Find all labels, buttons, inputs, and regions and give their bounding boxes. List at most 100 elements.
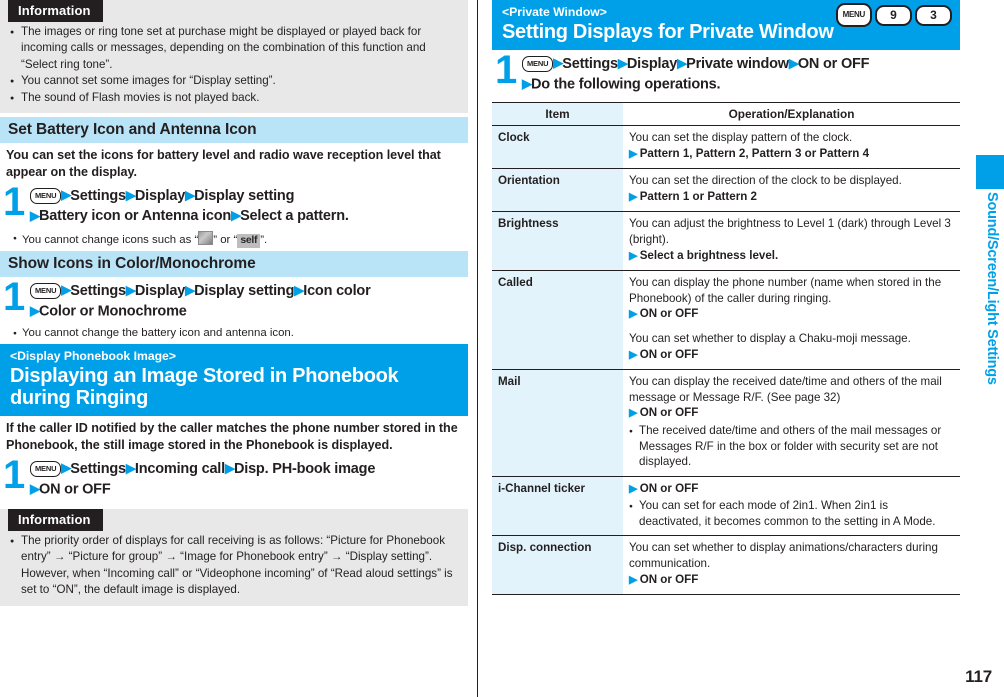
operation-text: You can set whether to display animation… [629,541,938,571]
arrow-icon: ▶ [629,407,638,420]
arrow-icon: ▶ [125,282,136,298]
operation-option: ▶ Pattern 1 or Pattern 2 [629,189,757,203]
chapter-header-private-window: MENU 9 3 <Private Window> Setting Displa… [492,0,960,50]
table-header-row: Item Operation/Explanation [492,102,960,126]
table-row: Orientation You can set the direction of … [492,168,960,213]
step-private-window: 1 MENU ▶Settings▶Display▶Private window▶O… [492,48,960,96]
table-cell-operation: You can set whether to display animation… [623,535,960,596]
arrow-icon: ▶ [294,282,304,298]
section-intro-phonebook: If the caller ID notified by the caller … [6,421,458,452]
table-row: Mail You can display the received date/ti… [492,369,960,477]
arrow-icon: ▶ [629,308,638,321]
table-row: Disp. connection You can set whether to d… [492,535,960,596]
table-body: Clock You can set the display pattern of … [492,125,960,596]
chapter-subtitle: <Display Phonebook Image> [10,349,176,364]
table-header: Item Operation/Explanation [492,102,960,126]
operation-option: ▶ Select a brightness level. [629,248,779,262]
step-line-2: ▶Color or Monochrome [30,302,187,320]
step-line-1: MENU ▶Settings▶Incoming call▶Disp. PH-boo… [30,458,460,479]
section-heading-battery-icon: Set Battery Icon and Antenna Icon [0,117,468,144]
right-column: MENU 9 3 <Private Window> Setting Displa… [492,0,960,697]
table-row: Brightness You can adjust the brightness … [492,211,960,272]
table-cell-item: Brightness [492,211,623,272]
column-header-item: Item [492,102,623,126]
arrow-icon: ▶ [629,348,638,361]
information-box-bottom: Information The priority order of displa… [0,509,468,606]
arrow-icon: ▶ [677,55,687,70]
step-number: 1 [3,453,26,498]
operation-option: ▶ ON or OFF [629,406,699,420]
operation-text: You can display the received date/time a… [629,375,942,404]
chapter-title: Displaying an Image Stored in Phonebook … [10,365,399,410]
information-box-top: Information The images or ring tone set … [0,0,468,114]
arrow-icon: ▶ [788,55,799,70]
thumb-tab-marker [976,155,1004,189]
list-item: The sound of Flash movies is not played … [10,90,460,108]
operation-option: ▶ ON or OFF [629,307,699,321]
column-header-operation: Operation/Explanation [623,102,960,126]
step-line-1: MENU ▶Settings▶Display▶Display setting [30,185,460,206]
table-cell-item: Disp. connection [492,535,623,596]
step-line-1: MENU ▶Settings▶Display▶Display setting▶Ic… [30,280,460,301]
menu-key-icon[interactable]: MENU [30,282,62,299]
table-row: Clock You can set the display pattern of … [492,125,960,170]
step-text: Settings▶Display▶Display setting [70,187,295,204]
operation-option: ▶ ON or OFF [629,481,699,495]
operation-text: You can display the phone number (name w… [629,276,942,305]
battery-icon-sample-icon [198,231,214,246]
operation-option: ▶ ON or OFF [629,347,699,361]
arrow-icon: ▶ [629,482,638,495]
table-cell-operation: You can set the direction of the clock t… [623,168,960,213]
key-9-icon[interactable]: 9 [875,4,912,26]
table-cell-operation: You can display the phone number (name w… [623,270,960,371]
step-line-1: MENU ▶Settings▶Display▶Private window▶ON … [522,53,952,74]
arrow-icon: ▶ [185,187,195,203]
menu-key-icon[interactable]: MENU [30,187,62,204]
operation-option: ▶ Pattern 1, Pattern 2, Pattern 3 or Pat… [629,146,870,160]
table-cell-operation: You can adjust the brightness to Level 1… [623,211,960,272]
table-cell-item: Clock [492,125,623,170]
step-line-2: ▶ON or OFF [30,480,111,498]
key-3-icon[interactable]: 3 [915,4,952,26]
arrow-icon: ▶ [617,55,628,70]
table-cell-item: Orientation [492,168,623,213]
arrow-icon: ▶ [125,187,136,203]
left-column: Information The images or ring tone set … [0,0,468,697]
arrow-icon: ▶ [629,573,638,586]
table-cell-operation: You can set the display pattern of the c… [623,125,960,170]
operations-table: Item Operation/Explanation Clock You can … [492,102,960,596]
arrow-icon: ▶ [629,190,638,203]
menu-key-icon[interactable]: MENU [835,3,872,27]
arrow-icon: ▶ [629,249,638,262]
chapter-header-phonebook-image: <Display Phonebook Image> Displaying an … [0,344,468,417]
menu-key-icon[interactable]: MENU [30,460,62,477]
arrow-icon: ▶ [231,207,241,223]
step-text: Settings▶Display▶Display setting▶Icon co… [70,282,371,299]
list-item: The images or ring tone set at purchase … [10,24,460,73]
operation-option: ▶ ON or OFF [629,572,699,586]
note-icon-color: You cannot change the battery icon and a… [0,323,468,344]
arrow-icon: ▶ [629,147,638,160]
arrow-icon: ▶ [224,460,235,476]
step-phonebook-image: 1 MENU ▶Settings▶Incoming call▶Disp. PH-b… [0,453,468,501]
note-text-prefix: You cannot change icons such as “ [22,234,199,247]
step-number: 1 [3,275,26,320]
column-divider [477,0,478,697]
operation-subnote: You can set for each mode of 2in1. When … [629,498,953,529]
section-intro-battery: You can set the icons for battery level … [6,148,441,179]
menu-key-icon[interactable]: MENU [522,55,554,72]
table-cell-item: Mail [492,369,623,477]
key-shortcut-sequence: MENU 9 3 [835,3,952,27]
table-row: Called You can display the phone number (… [492,270,960,371]
table-cell-item: Called [492,270,623,371]
step-text: ON or OFF [39,481,111,498]
arrow-icon: ▶ [185,282,195,298]
step-text: Battery icon or Antenna icon▶Select a pa… [39,207,349,225]
table-cell-operation: You can display the received date/time a… [623,369,960,477]
list-item: You cannot set some images for “Display … [10,73,460,91]
information-label: Information [8,0,103,22]
table-cell-item: i-Channel ticker [492,476,623,537]
step-line-2: ▶Battery icon or Antenna icon▶Select a p… [30,207,349,225]
